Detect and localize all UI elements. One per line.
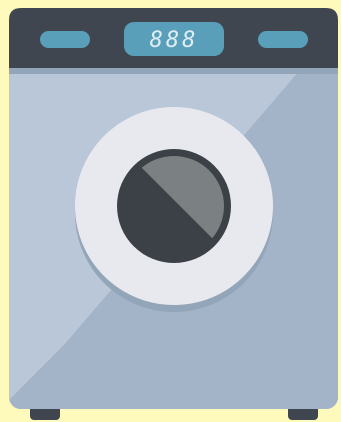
right-panel-button[interactable] (258, 31, 308, 48)
display-digits: 888 (150, 28, 199, 53)
control-panel-shadow (9, 68, 338, 74)
washing-machine-illustration: 888 (0, 0, 341, 422)
left-panel-button[interactable] (40, 31, 90, 48)
